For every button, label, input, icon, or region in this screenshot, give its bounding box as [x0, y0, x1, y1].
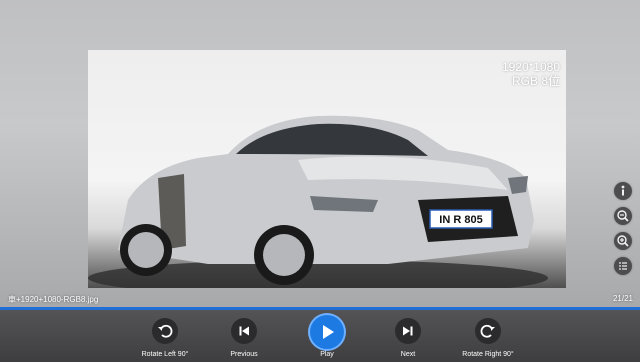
- rotate-left-circle: [152, 318, 178, 344]
- skip-previous-icon: [239, 326, 249, 336]
- list-button[interactable]: [614, 257, 632, 275]
- skip-next-icon: [403, 326, 413, 336]
- zoom-in-icon: [617, 235, 629, 247]
- list-icon: [619, 262, 627, 270]
- info-icon: [621, 185, 625, 196]
- rotate-right-circle: [475, 318, 501, 344]
- zoom-out-button[interactable]: [614, 207, 632, 225]
- car-photo: IN R 805 1920*1080 RGB 8位: [88, 50, 566, 288]
- rotate-left-icon: [158, 324, 173, 338]
- previous-button[interactable]: Previous: [204, 310, 284, 362]
- rotate-right-icon: [480, 324, 495, 338]
- rotate-left-button[interactable]: Rotate Left 90°: [125, 310, 205, 362]
- image-counter: 21/21: [612, 294, 633, 303]
- play-circle: [310, 315, 344, 349]
- file-name: 車+1920+1080-RGB8.jpg: [8, 295, 99, 304]
- image-resolution-overlay: 1920*1080 RGB 8位: [502, 60, 560, 88]
- color-format-text: RGB 8位: [511, 74, 560, 88]
- resolution-text: 1920*1080: [501, 60, 560, 74]
- image-viewer[interactable]: IN R 805 1920*1080 RGB 8位 車+1920+1080-RG…: [0, 0, 640, 310]
- previous-circle: [231, 318, 257, 344]
- play-icon: [323, 325, 334, 339]
- rotate-right-label: Rotate Right 90°: [462, 351, 514, 358]
- next-button[interactable]: Next: [368, 310, 448, 362]
- next-label: Next: [400, 351, 416, 358]
- zoom-out-icon: [617, 210, 629, 222]
- license-plate-text: IN R 805: [439, 214, 482, 226]
- previous-label: Previous: [230, 351, 258, 358]
- next-circle: [395, 318, 421, 344]
- play-button[interactable]: Play: [287, 310, 367, 362]
- rotate-right-button[interactable]: Rotate Right 90°: [448, 310, 528, 362]
- zoom-in-button[interactable]: [614, 232, 632, 250]
- info-button[interactable]: [614, 182, 632, 200]
- control-bar: Rotate Left 90° Previous Play Next Rotat…: [0, 310, 640, 362]
- rotate-left-label: Rotate Left 90°: [141, 351, 189, 358]
- play-label: Play: [320, 351, 334, 358]
